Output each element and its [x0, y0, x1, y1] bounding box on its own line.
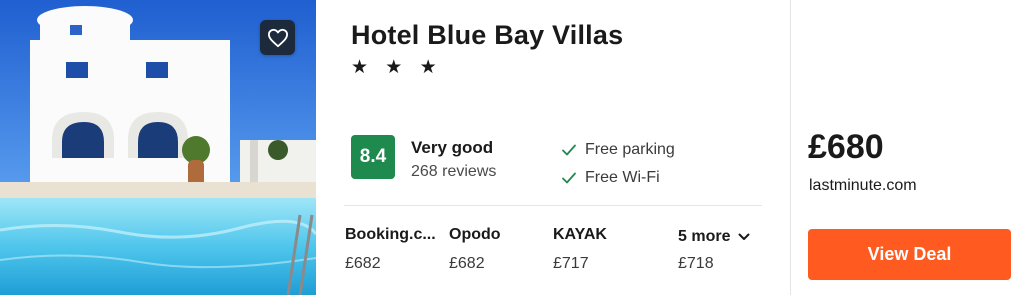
provider-price: £682	[449, 255, 485, 272]
check-icon	[562, 172, 576, 184]
hotel-info: Hotel Blue Bay Villas ★ ★ ★ 8.4 Very goo…	[316, 0, 790, 295]
best-price: £680	[808, 128, 884, 166]
hotel-name[interactable]: Hotel Blue Bay Villas	[351, 20, 623, 51]
more-providers[interactable]: 5 more £718	[678, 228, 750, 273]
hotel-result-card[interactable]: Hotel Blue Bay Villas ★ ★ ★ 8.4 Very goo…	[0, 0, 1024, 295]
provider-name: Booking.c...	[345, 226, 436, 243]
amenity-free-wifi: Free Wi-Fi	[561, 169, 660, 187]
rating-label: Very good	[411, 138, 494, 157]
more-providers-button[interactable]: 5 more	[678, 228, 750, 246]
provider-name: Opodo	[449, 226, 501, 243]
provider-price: £682	[345, 255, 381, 272]
amenity-free-parking: Free parking	[561, 141, 675, 159]
best-deal-panel: £680 lastminute.com View Deal	[791, 0, 1024, 295]
chevron-down-icon	[738, 233, 750, 240]
amenity-label: Free parking	[585, 141, 675, 158]
divider	[344, 205, 762, 206]
hotel-photo[interactable]	[0, 0, 316, 295]
heart-icon	[267, 28, 288, 47]
provider-opodo[interactable]: Opodo £682	[449, 226, 501, 273]
more-providers-label: 5 more	[678, 228, 731, 245]
check-icon	[562, 144, 576, 156]
amenity-label: Free Wi-Fi	[585, 169, 660, 186]
best-deal-site: lastminute.com	[809, 177, 917, 194]
provider-name: KAYAK	[553, 226, 607, 243]
star-rating: ★ ★ ★	[351, 57, 443, 78]
favorite-button[interactable]	[260, 20, 295, 55]
provider-booking[interactable]: Booking.c... £682	[345, 226, 436, 273]
provider-price: £717	[553, 255, 589, 272]
view-deal-button[interactable]: View Deal	[808, 229, 1011, 280]
review-count[interactable]: 268 reviews	[411, 163, 496, 181]
provider-kayak[interactable]: KAYAK £717	[553, 226, 607, 273]
more-providers-price: £718	[678, 255, 714, 272]
rating-score-badge: 8.4	[351, 135, 395, 179]
